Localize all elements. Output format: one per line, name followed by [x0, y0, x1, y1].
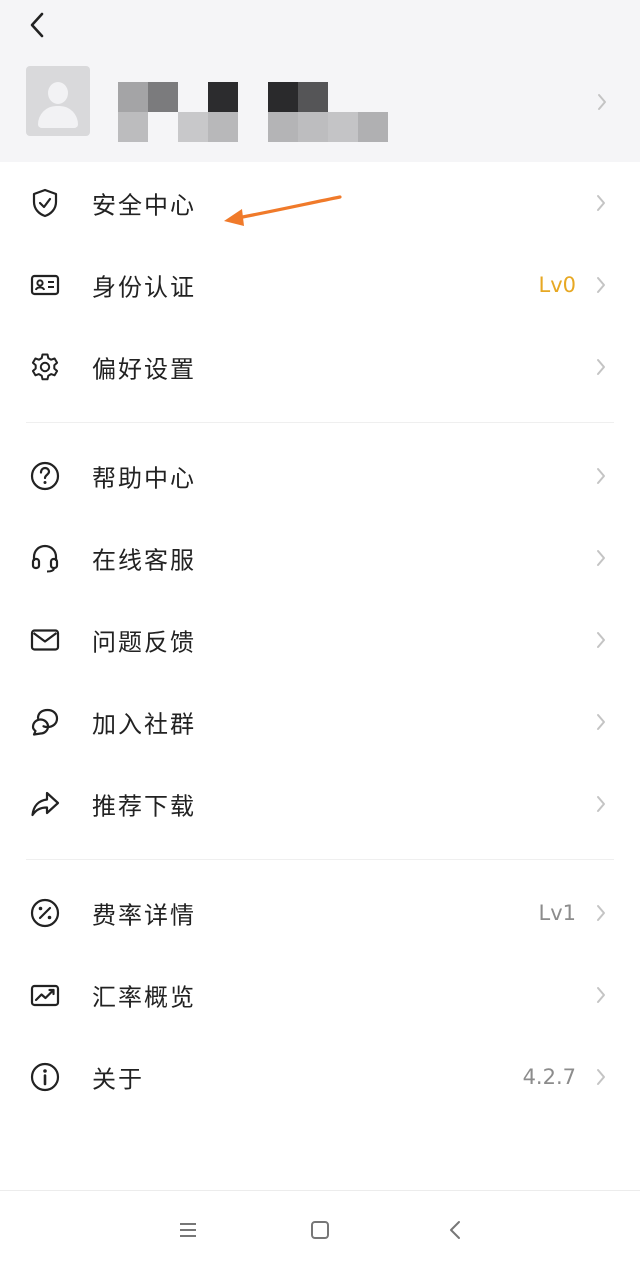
chevron-right-icon	[597, 359, 605, 375]
menu-item-identity-verification[interactable]: 身份认证 Lv0	[0, 244, 640, 326]
menu-item-exchange-rate-overview[interactable]: 汇率概览	[0, 954, 640, 1036]
chevron-right-icon	[597, 905, 605, 921]
menu-item-label: 偏好设置	[92, 355, 196, 384]
back-button[interactable]	[20, 8, 54, 42]
menu-item-help-center[interactable]: 帮助中心	[0, 435, 640, 517]
menu-item-label: 安全中心	[92, 191, 196, 220]
menu-item-recommend-download[interactable]: 推荐下载	[0, 763, 640, 845]
menu-item-label: 身份认证	[92, 273, 196, 302]
help-circle-icon	[28, 459, 62, 493]
percent-circle-icon	[28, 896, 62, 930]
chevron-right-icon	[597, 468, 605, 484]
chevron-right-icon	[597, 1069, 605, 1085]
section-divider	[26, 422, 614, 423]
chart-card-icon	[28, 978, 62, 1012]
profile-row[interactable]	[0, 58, 640, 148]
back-triangle-icon	[450, 1221, 460, 1239]
menu-item-preferences[interactable]: 偏好设置	[0, 326, 640, 408]
menu-item-label: 帮助中心	[92, 464, 196, 493]
obscured-username	[118, 82, 388, 142]
chevron-right-icon	[598, 94, 606, 110]
system-nav-bar	[0, 1190, 640, 1268]
chevron-right-icon	[597, 550, 605, 566]
chevron-right-icon	[597, 277, 605, 293]
header	[0, 0, 640, 162]
chevron-right-icon	[597, 987, 605, 1003]
recent-apps-button[interactable]	[173, 1215, 203, 1245]
menu-item-online-support[interactable]: 在线客服	[0, 517, 640, 599]
gear-icon	[28, 350, 62, 384]
menu-item-label: 关于	[92, 1065, 144, 1094]
default-avatar-icon	[26, 66, 90, 136]
menu-item-feedback[interactable]: 问题反馈	[0, 599, 640, 681]
info-circle-icon	[28, 1060, 62, 1094]
menu-item-label: 在线客服	[92, 546, 196, 575]
menu-item-join-community[interactable]: 加入社群	[0, 681, 640, 763]
headset-icon	[28, 541, 62, 575]
menu-item-about[interactable]: 关于 4.2.7	[0, 1036, 640, 1118]
chat-bubbles-icon	[28, 705, 62, 739]
menu-item-label: 加入社群	[92, 710, 196, 739]
chevron-right-icon	[597, 796, 605, 812]
chevron-right-icon	[597, 195, 605, 211]
app-version: 4.2.7	[522, 1065, 576, 1089]
menu-item-fee-details[interactable]: 费率详情 Lv1	[0, 872, 640, 954]
settings-screen: 安全中心 身份认证 Lv0 偏好设置 帮助中心 在线客服 问题反馈 加入社群 推…	[0, 0, 640, 1268]
system-back-button[interactable]	[440, 1215, 470, 1245]
chevron-right-icon	[597, 714, 605, 730]
menu-item-label: 费率详情	[92, 901, 196, 930]
chevron-right-icon	[597, 632, 605, 648]
level-badge: Lv1	[538, 901, 577, 925]
back-chevron-icon	[30, 12, 44, 38]
shield-check-icon	[28, 186, 62, 220]
menu-item-label: 问题反馈	[92, 628, 196, 657]
menu-item-label: 推荐下载	[92, 792, 196, 821]
mail-icon	[28, 623, 62, 657]
menu-lines-icon	[180, 1223, 196, 1237]
menu-list: 安全中心 身份认证 Lv0 偏好设置 帮助中心 在线客服 问题反馈 加入社群 推…	[0, 162, 640, 1118]
section-divider	[26, 859, 614, 860]
share-arrow-icon	[28, 787, 62, 821]
id-card-icon	[28, 268, 62, 302]
home-square-icon	[311, 1221, 329, 1239]
menu-item-label: 汇率概览	[92, 983, 196, 1012]
home-button[interactable]	[305, 1215, 335, 1245]
annotation-arrow	[224, 195, 342, 226]
level-badge: Lv0	[538, 273, 577, 297]
